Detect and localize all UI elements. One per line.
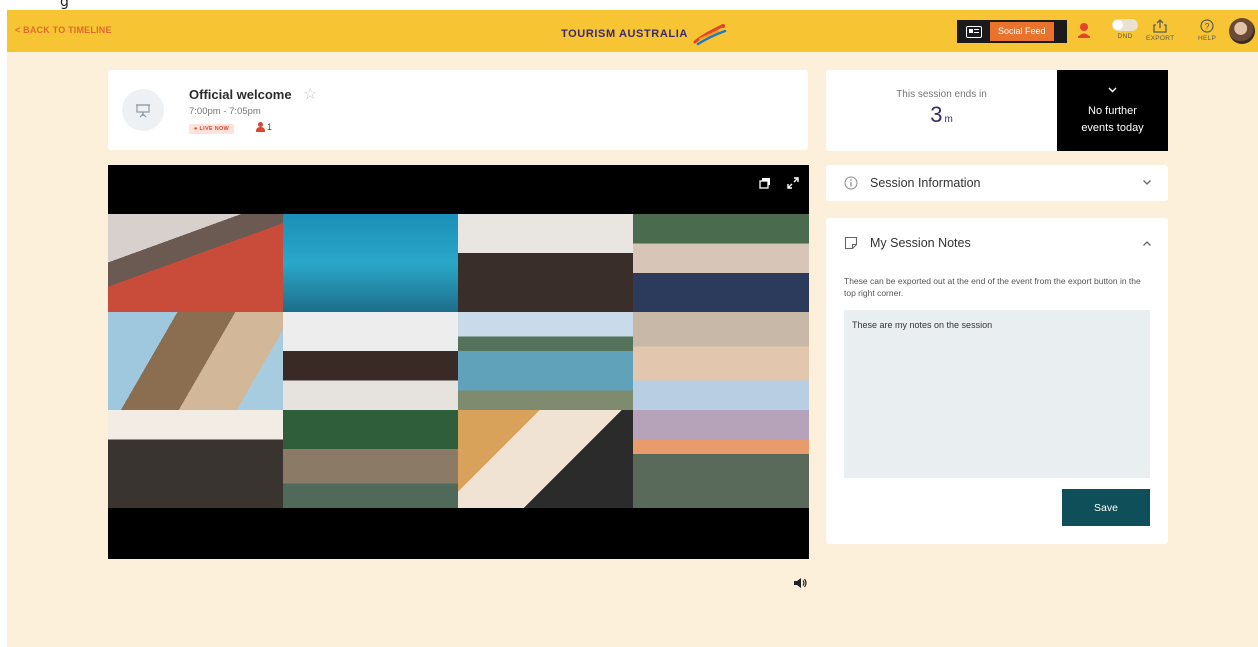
export-label: EXPORT (1146, 35, 1175, 42)
app-window: < BACK TO TIMELINE TOURISM AUSTRALIA Soc… (7, 10, 1258, 647)
video-tile-participant (283, 214, 458, 312)
chevron-up-icon[interactable] (1142, 240, 1152, 247)
attendee-count-value: 1 (267, 122, 273, 132)
timer-unit: m (944, 114, 953, 125)
social-feed-button[interactable]: Social Feed (957, 20, 1067, 43)
top-strip: g (0, 0, 1258, 10)
session-notes-panel: My Session Notes These can be exported o… (826, 218, 1168, 544)
presentation-icon (136, 104, 150, 118)
presentation-icon-circle (122, 89, 164, 131)
next-events-line1: No further (1088, 105, 1137, 117)
toggle-switch (1112, 19, 1138, 31)
next-events-text: No further events today (1057, 103, 1168, 137)
live-now-badge: ● LIVE NOW (189, 124, 235, 134)
session-notes-title: My Session Notes (870, 236, 971, 250)
timer-value: 3m (826, 102, 1057, 128)
fullscreen-icon[interactable] (787, 176, 799, 194)
session-information-title: Session Information (870, 176, 981, 190)
video-tile-participant (633, 312, 809, 410)
chevron-down-icon (1108, 87, 1117, 93)
session-timer-card: This session ends in 3m (826, 70, 1057, 151)
dnd-toggle[interactable]: DND (1112, 19, 1138, 40)
person-icon (256, 122, 265, 132)
video-tile-participant (458, 410, 633, 508)
timer-minutes: 3 (930, 102, 943, 127)
dnd-label: DND (1117, 33, 1133, 40)
svg-text:?: ? (1205, 22, 1210, 32)
video-tile-participant (283, 312, 458, 410)
brand-logo-group: TOURISM AUSTRALIA (561, 22, 728, 46)
next-events-panel[interactable]: No further events today (1057, 70, 1168, 151)
top-strip-text: g (60, 0, 69, 10)
info-icon (844, 176, 858, 190)
save-notes-button[interactable]: Save (1062, 489, 1150, 526)
session-title: Official welcome (189, 87, 292, 102)
session-time: 7:00pm - 7:05pm (189, 106, 261, 117)
share-export-icon (1153, 19, 1167, 33)
session-header-card: Official welcome ☆ 7:00pm - 7:05pm ● LIV… (108, 70, 808, 150)
video-tile-participant (458, 214, 633, 312)
video-tile-participant (633, 214, 809, 312)
brand-name: TOURISM AUSTRALIA (561, 28, 688, 40)
picture-in-picture-icon[interactable] (759, 176, 771, 194)
attendee-count: 1 (256, 122, 272, 132)
notes-textarea[interactable]: These are my notes on the session (844, 310, 1150, 478)
export-button[interactable]: EXPORT (1146, 19, 1174, 42)
video-tile-participant (108, 410, 283, 508)
notes-description: These can be exported out at the end of … (844, 276, 1141, 298)
video-tile-participant (108, 214, 283, 312)
favorite-star-icon[interactable]: ☆ (303, 84, 317, 104)
video-tile-participant (283, 410, 458, 508)
next-events-line2: events today (1081, 122, 1144, 134)
header-bar: < BACK TO TIMELINE TOURISM AUSTRALIA Soc… (7, 10, 1258, 52)
kangaroo-logo-icon (693, 24, 727, 46)
social-feed-label: Social Feed (990, 22, 1054, 41)
timer-label: This session ends in (896, 89, 987, 100)
help-label: HELP (1198, 35, 1217, 42)
person-alert-icon (1078, 23, 1090, 38)
note-icon (844, 236, 858, 250)
video-tile-participant (633, 410, 809, 508)
video-player[interactable] (108, 165, 809, 559)
user-avatar[interactable] (1229, 18, 1255, 44)
help-button[interactable]: ? HELP (1198, 19, 1216, 42)
back-to-timeline-link[interactable]: < BACK TO TIMELINE (15, 25, 112, 35)
video-tile-participant (108, 312, 283, 410)
volume-icon[interactable] (793, 576, 807, 594)
session-information-accordion[interactable]: Session Information (826, 165, 1168, 201)
video-tile-participant (458, 312, 633, 410)
chevron-down-icon (1143, 180, 1151, 185)
notification-icon[interactable] (1078, 22, 1090, 38)
feed-icon (966, 25, 982, 38)
help-circle-icon: ? (1200, 19, 1214, 33)
